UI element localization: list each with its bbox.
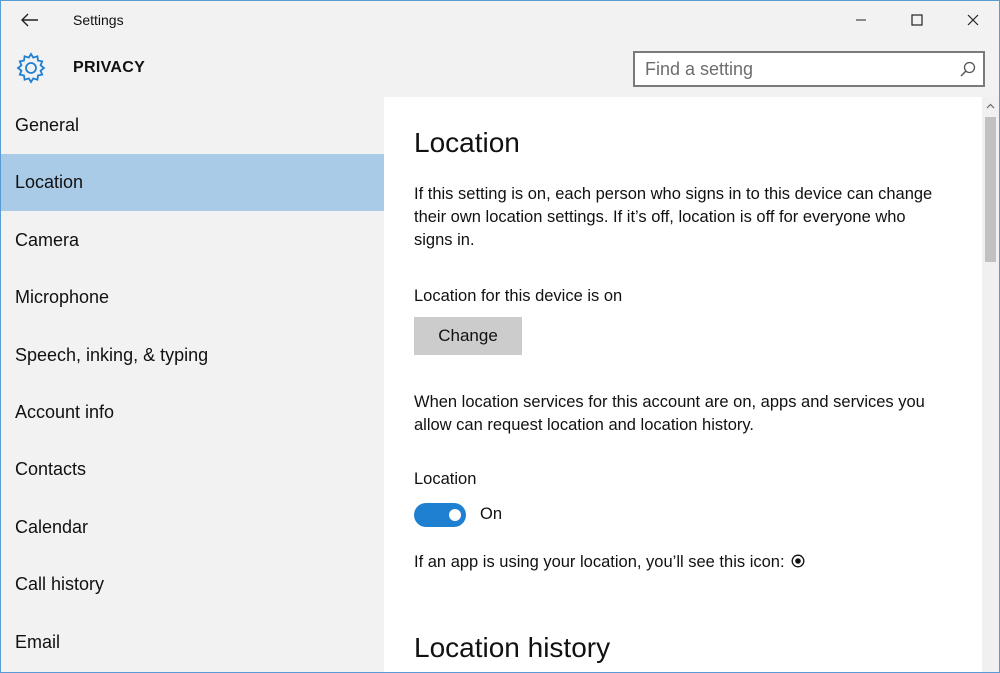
location-toggle-title: Location — [414, 470, 477, 488]
maximize-icon — [911, 14, 923, 26]
services-text: When location services for this account … — [414, 393, 925, 434]
sidebar-item-general[interactable]: General — [1, 97, 384, 154]
icon-note: If an app is using your location, you’ll… — [414, 551, 805, 574]
page-header: PRIVACY — [1, 39, 999, 97]
sidebar-item-microphone[interactable]: Microphone — [1, 269, 384, 326]
location-toggle[interactable] — [414, 503, 466, 527]
sidebar-item-call-history[interactable]: Call history — [1, 556, 384, 613]
sidebar-item-email[interactable]: Email — [1, 614, 384, 671]
minimize-button[interactable] — [835, 1, 887, 39]
minimize-icon — [856, 19, 866, 21]
chevron-up-icon — [986, 103, 995, 108]
sidebar-item-calendar[interactable]: Calendar — [1, 499, 384, 556]
sidebar-item-speech-inking-typing[interactable]: Speech, inking, & typing — [1, 327, 384, 384]
search-input[interactable] — [645, 53, 945, 85]
sidebar-item-camera[interactable]: Camera — [1, 212, 384, 269]
close-icon — [967, 14, 979, 26]
sidebar-item-account-info[interactable]: Account info — [1, 384, 384, 441]
main-content: Location If this setting is on, each per… — [384, 97, 982, 672]
section-title: PRIVACY — [73, 59, 146, 76]
sidebar-item-contacts[interactable]: Contacts — [1, 441, 384, 498]
sidebar-nav: General Location Camera Microphone Speec… — [1, 97, 384, 672]
device-status-text: Location for this device is on — [414, 287, 623, 305]
settings-window: Settings PRIVACY Find a setting General … — [0, 0, 1000, 673]
back-button[interactable] — [9, 3, 51, 37]
icon-note-text: If an app is using your location, you’ll… — [414, 553, 785, 571]
close-button[interactable] — [947, 1, 999, 39]
location-indicator-icon — [791, 554, 804, 568]
toggle-state-label: On — [480, 505, 503, 523]
main-scrollbar[interactable] — [982, 97, 999, 672]
scroll-thumb[interactable] — [985, 117, 996, 262]
page-title: Location — [414, 127, 520, 158]
scroll-up-button[interactable] — [982, 97, 999, 114]
sidebar-item-location[interactable]: Location — [1, 154, 384, 211]
title-bar: Settings — [1, 1, 999, 39]
intro-text: If this setting is on, each person who s… — [414, 185, 933, 249]
gear-icon — [16, 52, 46, 84]
app-title: Settings — [73, 12, 124, 28]
search-icon[interactable] — [959, 60, 977, 78]
change-button[interactable]: Change — [414, 317, 522, 355]
location-history-title: Location history — [414, 632, 611, 663]
search-box[interactable] — [633, 51, 985, 87]
toggle-knob — [449, 509, 461, 521]
maximize-button[interactable] — [891, 1, 943, 39]
back-arrow-icon — [21, 13, 38, 27]
